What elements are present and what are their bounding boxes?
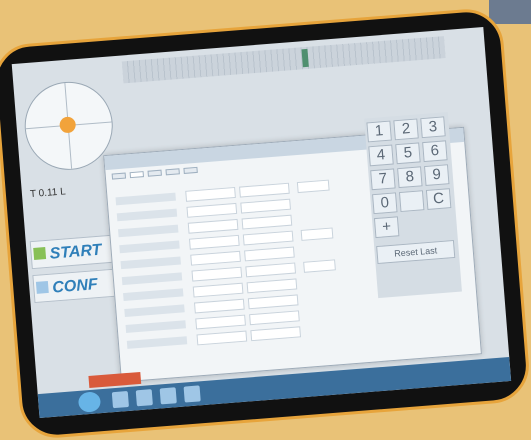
start-orb-icon[interactable] [77,391,102,413]
config-label: CONF [51,276,99,297]
tab-3[interactable] [147,169,162,177]
start-label: START [49,241,103,263]
start-button[interactable]: START [29,234,114,270]
tab-5[interactable] [183,166,198,174]
radar-display [21,78,117,174]
taskbar-icon-browser[interactable] [135,389,153,407]
key-3[interactable]: 3 [420,116,446,139]
key-4[interactable]: 4 [368,144,394,167]
app-screen: T 0.11 L START CONF 1 2 3 4 5 6 7 8 9 0 … [11,26,512,419]
config-icon [35,280,49,294]
key-0[interactable]: 0 [372,192,398,215]
reset-last-button[interactable]: Reset Last [376,239,456,265]
key-6[interactable]: 6 [422,140,448,163]
tab-1[interactable] [111,172,127,180]
ruler-marker[interactable] [301,48,309,68]
key-7[interactable]: 7 [370,168,396,191]
timeline-ruler[interactable] [121,36,446,84]
background-object [489,0,531,24]
key-plus[interactable]: + [373,216,400,239]
key-5[interactable]: 5 [395,142,421,165]
readout-label: T 0.11 L [29,186,67,201]
key-8[interactable]: 8 [397,166,423,189]
monitor-frame: T 0.11 L START CONF 1 2 3 4 5 6 7 8 9 0 … [0,6,531,440]
taskbar-icon-media[interactable] [159,387,177,405]
start-icon [33,247,47,260]
numeric-keypad: 1 2 3 4 5 6 7 8 9 0 C + Reset Last [364,112,462,299]
key-blank[interactable] [398,190,425,213]
key-c[interactable]: C [425,188,452,210]
tab-2[interactable] [129,171,144,179]
key-1[interactable]: 1 [366,120,392,143]
key-2[interactable]: 2 [393,118,419,141]
key-9[interactable]: 9 [423,164,450,187]
readout-text: T 0.11 L [30,186,67,200]
tab-4[interactable] [165,168,180,176]
taskbar-icon-explorer[interactable] [111,391,129,409]
config-button[interactable]: CONF [32,268,117,304]
taskbar-icon-app[interactable] [183,385,201,403]
radar-center-icon [59,116,77,134]
